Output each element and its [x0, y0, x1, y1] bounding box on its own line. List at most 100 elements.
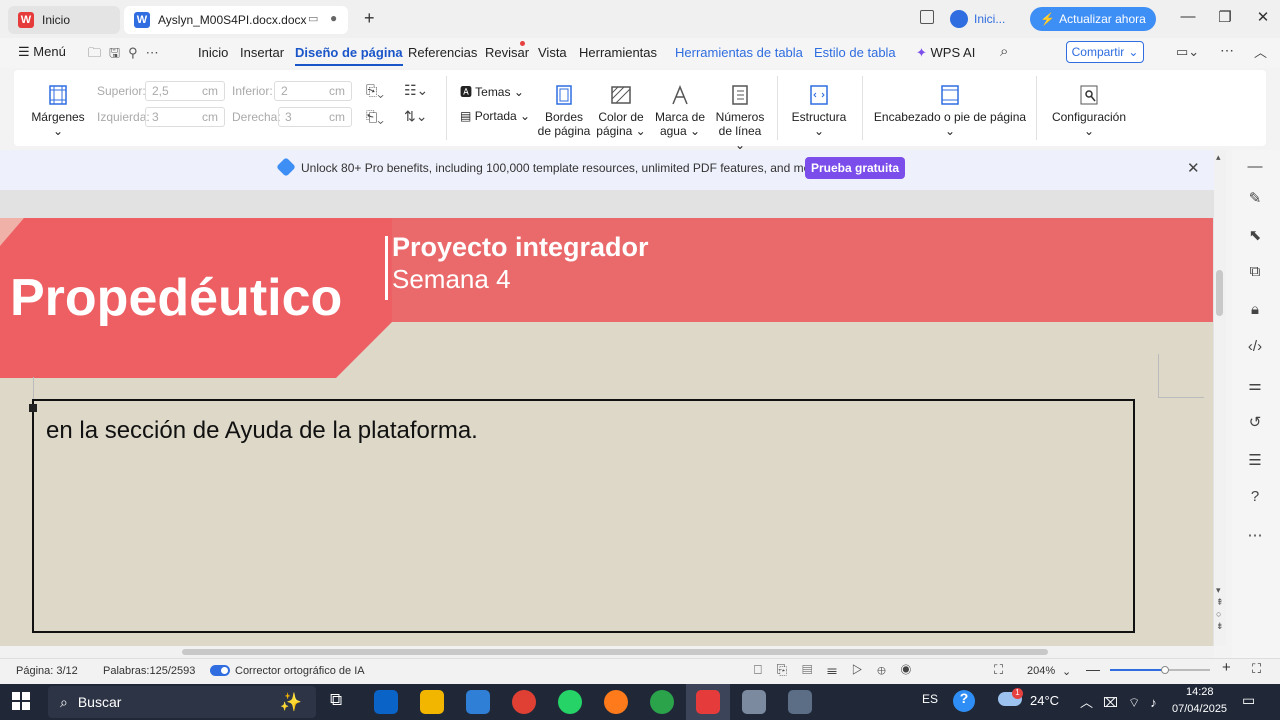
chrome-icon[interactable] [512, 690, 536, 714]
wps-taskbar-icon[interactable] [696, 690, 720, 714]
help-tray-icon[interactable]: ? [953, 690, 975, 712]
tab-document[interactable]: W Ayslyn_M00S4PI.docx.docx ▭ ● [124, 6, 348, 34]
quick-access-icons[interactable]: 🗀🖫⚲⋯ [88, 44, 167, 66]
close-banner-icon[interactable]: ✕ [1187, 159, 1200, 177]
vertical-scroll-thumb[interactable] [1216, 270, 1223, 316]
themes-button[interactable]: 🅰 Temas ⌄ [460, 83, 524, 100]
zoom-slider[interactable] [1110, 669, 1210, 671]
zoom-level[interactable]: 204% [1027, 665, 1055, 677]
file-explorer-icon[interactable] [420, 690, 444, 714]
free-trial-button[interactable]: Prueba gratuita [805, 157, 905, 179]
columns-icon[interactable]: ☷⌄ [404, 82, 428, 99]
scroll-down-icon[interactable]: ▾ ⇞ ○ ⇟ [1216, 584, 1224, 632]
user-account[interactable]: Inici... [950, 8, 1005, 30]
word-count[interactable]: Palabras:125/2593 [103, 665, 195, 677]
menu-herramientas[interactable]: Herramientas [579, 45, 657, 60]
collapse-ribbon-icon[interactable]: ︿ [1254, 42, 1267, 61]
sliders-icon[interactable]: ⚌ [1244, 376, 1266, 398]
horizontal-scroll-thumb[interactable] [182, 649, 1048, 655]
tab-home[interactable]: W Inicio [8, 6, 120, 34]
search-icon: ⌕ [60, 693, 68, 710]
share-button[interactable]: Compartir ⌄ [1066, 41, 1144, 63]
header-footer-button[interactable]: Encabezado o pie de página ⌄ [872, 84, 1028, 138]
vertical-scrollbar[interactable] [1214, 150, 1226, 646]
system-tray-icons[interactable]: ︿⌧⌔♪ [1080, 692, 1167, 711]
list-icon[interactable]: ☰ [1244, 451, 1266, 473]
history-icon[interactable]: ↺ [1244, 413, 1266, 435]
close-window-icon[interactable]: ✕ [1251, 8, 1275, 26]
fit-page-icon[interactable]: ⛶ [994, 662, 1003, 678]
notification-icon[interactable]: ▭ [1242, 692, 1255, 709]
whatsapp-icon[interactable] [558, 690, 582, 714]
menu-referencias[interactable]: Referencias [408, 45, 477, 60]
scroll-up-icon[interactable]: ▴ [1216, 152, 1221, 163]
comment-icon[interactable]: ▭⌄ [1176, 44, 1199, 60]
lock-icon[interactable]: 🔒︎ [1244, 301, 1266, 323]
app-icon[interactable] [788, 690, 812, 714]
taskbar-search[interactable]: ⌕ Buscar ✨ [48, 686, 316, 718]
new-tab-icon[interactable]: + [364, 8, 375, 29]
settings-button[interactable]: Configuración ⌄ [1046, 84, 1132, 138]
zoom-dropdown-icon[interactable]: ⌄ [1062, 665, 1071, 678]
windows-start-icon[interactable] [12, 692, 30, 710]
help-icon[interactable]: ? [1244, 488, 1266, 510]
hamburger-icon: ☰ [18, 44, 34, 59]
menu-revisar[interactable]: Revisar [485, 45, 529, 60]
menu-diseno-pagina[interactable]: Diseño de página [295, 45, 403, 66]
line-numbers-button[interactable]: Números de línea ⌄ [713, 84, 767, 152]
app-icon[interactable] [742, 690, 766, 714]
task-view-icon[interactable]: ⧉ [330, 690, 342, 710]
view-mode-icons[interactable]: ⎕⎘▤☰▷⊕◉ [754, 662, 926, 678]
menu-wps-ai[interactable]: ✦ WPS AI [916, 45, 975, 61]
main-menu-button[interactable]: ☰ Menú [18, 44, 66, 60]
spellcheck-toggle[interactable] [210, 665, 230, 676]
menu-inicio[interactable]: Inicio [198, 45, 228, 60]
code-icon[interactable]: ‹/› [1244, 338, 1266, 360]
page-borders-button[interactable]: Bordes de página [537, 84, 591, 138]
temperature[interactable]: 24°C [1030, 693, 1059, 708]
orientation-icon[interactable]: ⎘⌄ [366, 82, 384, 99]
menu-estilo-tabla[interactable]: Estilo de tabla [814, 45, 896, 60]
search-icon[interactable]: ⌕ [1000, 43, 1008, 60]
minimize-panel-icon[interactable]: — [1244, 158, 1266, 180]
separator [862, 76, 863, 140]
copy-icon[interactable]: ⧉ [1244, 263, 1266, 285]
page-color-button[interactable]: Color de página ⌄ [596, 84, 646, 138]
menu-herramientas-tabla[interactable]: Herramientas de tabla [675, 45, 803, 60]
zoom-out-icon[interactable]: — [1086, 661, 1100, 677]
right-margin-field[interactable]: 3 cm [278, 107, 352, 127]
watermark-button[interactable]: Marca de agua ⌄ [653, 84, 707, 138]
zoom-in-icon[interactable]: + [1222, 659, 1231, 676]
page-count[interactable]: Página: 3/12 [16, 665, 78, 677]
language-indicator[interactable]: ES [922, 692, 938, 706]
text-direction-icon[interactable]: ⇅⌄ [404, 108, 427, 125]
structure-button[interactable]: Estructura ⌄ [786, 84, 852, 138]
clock-time[interactable]: 14:28 [1186, 686, 1214, 698]
window-switch-icon[interactable] [920, 10, 934, 24]
clock-date[interactable]: 07/04/2025 [1172, 703, 1227, 715]
table-cell[interactable]: en la sección de Ayuda de la plataforma. [32, 399, 1135, 633]
store-icon[interactable] [466, 690, 490, 714]
zoom-slider-thumb[interactable] [1161, 666, 1169, 674]
margins-button[interactable]: Márgenes ⌄ [28, 84, 88, 138]
firefox-icon[interactable] [604, 690, 628, 714]
top-margin-field[interactable]: 2,5 cm [145, 81, 225, 101]
pointer-icon[interactable]: ⬉ [1244, 226, 1266, 248]
menu-vista[interactable]: Vista [538, 45, 567, 60]
pen-icon[interactable]: ✎ [1244, 189, 1266, 211]
more-icon[interactable]: ⋯ [1220, 42, 1234, 59]
outlook-icon[interactable] [374, 690, 398, 714]
size-icon[interactable]: ⎗⌄ [366, 108, 384, 125]
cover-button[interactable]: ▤ Portada ⌄ [460, 109, 530, 123]
monitor-icon[interactable]: ▭ [308, 12, 318, 25]
left-margin-field[interactable]: 3 cm [145, 107, 225, 127]
chrome-profile-icon[interactable] [650, 690, 674, 714]
bottom-margin-field[interactable]: 2 cm [274, 81, 352, 101]
table-move-handle[interactable] [29, 404, 37, 412]
maximize-icon[interactable]: ❐ [1213, 8, 1237, 26]
more-options-icon[interactable]: ⋯ [1244, 526, 1266, 548]
upgrade-button[interactable]: ⚡ Actualizar ahora [1030, 7, 1156, 31]
minimize-icon[interactable]: — [1176, 8, 1200, 25]
menu-insertar[interactable]: Insertar [240, 45, 284, 60]
fullscreen-icon[interactable]: ⛶ [1252, 661, 1261, 677]
